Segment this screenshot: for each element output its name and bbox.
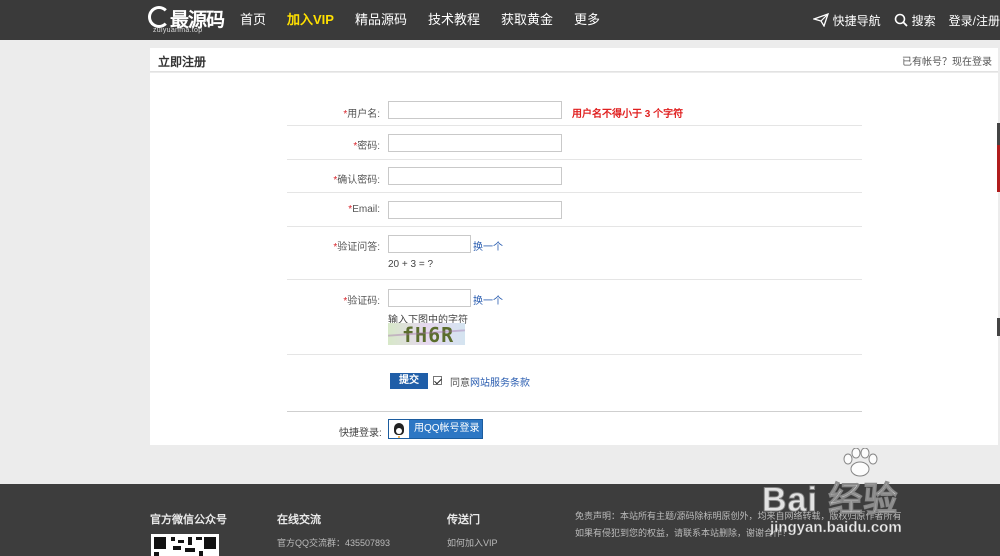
- register-form-panel: *用户名: 用户名不得小于 3 个字符 *密码: *确认密码: *Email: …: [150, 73, 998, 445]
- captcha-input[interactable]: [388, 289, 471, 307]
- security-question-row: *验证问答: 换一个 20 + 3 = ?: [287, 227, 862, 280]
- nav-home[interactable]: 首页: [240, 0, 266, 40]
- qq-penguin-icon: [389, 420, 409, 438]
- password-label: *密码:: [353, 141, 380, 152]
- password-input[interactable]: [388, 134, 562, 152]
- username-error: 用户名不得小于 3 个字符: [572, 109, 684, 120]
- nav-join-vip[interactable]: 加入VIP: [287, 0, 334, 40]
- nav-get-gold[interactable]: 获取黄金: [501, 0, 553, 40]
- watermark-brand: Bai 经验: [761, 481, 899, 520]
- terms-link[interactable]: 网站服务条款: [470, 378, 530, 389]
- footer-portal-title: 传送门: [447, 514, 480, 526]
- wechat-qr-code: [151, 534, 219, 556]
- quick-login-divider: [287, 411, 862, 412]
- footer-chat-title: 在线交流: [277, 514, 321, 526]
- qq-login-button[interactable]: 用QQ帐号登录: [388, 419, 483, 439]
- search-label: 搜索: [911, 13, 936, 28]
- quick-login-label: 快捷登录:: [339, 428, 382, 439]
- quick-nav-button[interactable]: 快捷导航: [812, 12, 881, 29]
- email-input[interactable]: [388, 201, 562, 219]
- confirm-password-row: *确认密码:: [287, 160, 862, 193]
- email-label: *Email:: [348, 204, 380, 215]
- captcha-image[interactable]: fH6R: [388, 323, 465, 345]
- existing-account-login-link[interactable]: 已有帐号？现在登录: [902, 53, 992, 68]
- change-captcha-link[interactable]: 换一个: [473, 292, 503, 307]
- paper-plane-icon: [812, 13, 829, 27]
- username-input[interactable]: [388, 101, 562, 119]
- qq-login-label: 用QQ帐号登录: [414, 423, 480, 434]
- footer-qq-group: 官方QQ交流群：435507893: [277, 538, 391, 548]
- email-row: *Email:: [287, 193, 862, 227]
- security-answer-input[interactable]: [388, 235, 471, 253]
- nav-premium-source[interactable]: 精品源码: [355, 0, 407, 40]
- header-actions: 快捷导航 搜索 登录/注册: [800, 0, 1000, 40]
- password-row: *密码:: [287, 126, 862, 160]
- confirm-password-input[interactable]: [388, 167, 562, 185]
- agree-terms-checkbox[interactable]: [433, 376, 442, 385]
- captcha-label: *验证码:: [343, 296, 380, 307]
- nav-tutorials[interactable]: 技术教程: [428, 0, 480, 40]
- captcha-row: *验证码: 换一个 输入下图中的字符 fH6R: [287, 280, 862, 355]
- register-panel-header: 立即注册 已有帐号？现在登录: [150, 48, 998, 72]
- login-register-label: 登录/注册: [948, 13, 1000, 28]
- logo-domain: zuiyuanma.top: [153, 27, 203, 34]
- captcha-image-text: fH6R: [402, 323, 455, 345]
- submit-button[interactable]: 提交: [390, 373, 428, 389]
- quick-nav-label: 快捷导航: [832, 13, 881, 28]
- logo-mark-icon: [148, 6, 170, 28]
- nav-more[interactable]: 更多: [574, 0, 600, 40]
- footer-join-vip-link[interactable]: 如何加入VIP: [447, 536, 498, 549]
- username-label: *用户名:: [343, 109, 380, 120]
- watermark-url: jingyan.baidu.com: [770, 519, 902, 537]
- baidu-jingyan-watermark: Bai 经验 jingyan.baidu.com: [761, 446, 992, 546]
- site-logo[interactable]: 最源码 zuiyuanma.top: [148, 4, 225, 36]
- footer-disclaimer-line-2: 如果有侵犯到您的权益，请联系本站删除，谢谢合作！: [575, 528, 792, 538]
- confirm-password-label: *确认密码:: [333, 175, 380, 186]
- login-register-link[interactable]: 登录/注册: [949, 12, 1000, 29]
- page-title: 立即注册: [158, 55, 207, 69]
- change-question-link[interactable]: 换一个: [473, 238, 503, 253]
- footer-wechat-title: 官方微信公众号: [150, 514, 227, 526]
- security-question-label: *验证问答:: [333, 242, 380, 253]
- security-question-text: 20 + 3 = ?: [388, 259, 434, 270]
- username-row: *用户名: 用户名不得小于 3 个字符: [287, 93, 862, 126]
- search-button[interactable]: 搜索: [894, 12, 936, 29]
- top-navbar: 最源码 zuiyuanma.top 首页 加入VIP 精品源码 技术教程 获取黄…: [0, 0, 1000, 40]
- agree-terms-label: 同意网站服务条款: [450, 378, 530, 389]
- main-nav: 首页 加入VIP 精品源码 技术教程 获取黄金 更多: [240, 0, 621, 40]
- search-icon: [894, 13, 908, 27]
